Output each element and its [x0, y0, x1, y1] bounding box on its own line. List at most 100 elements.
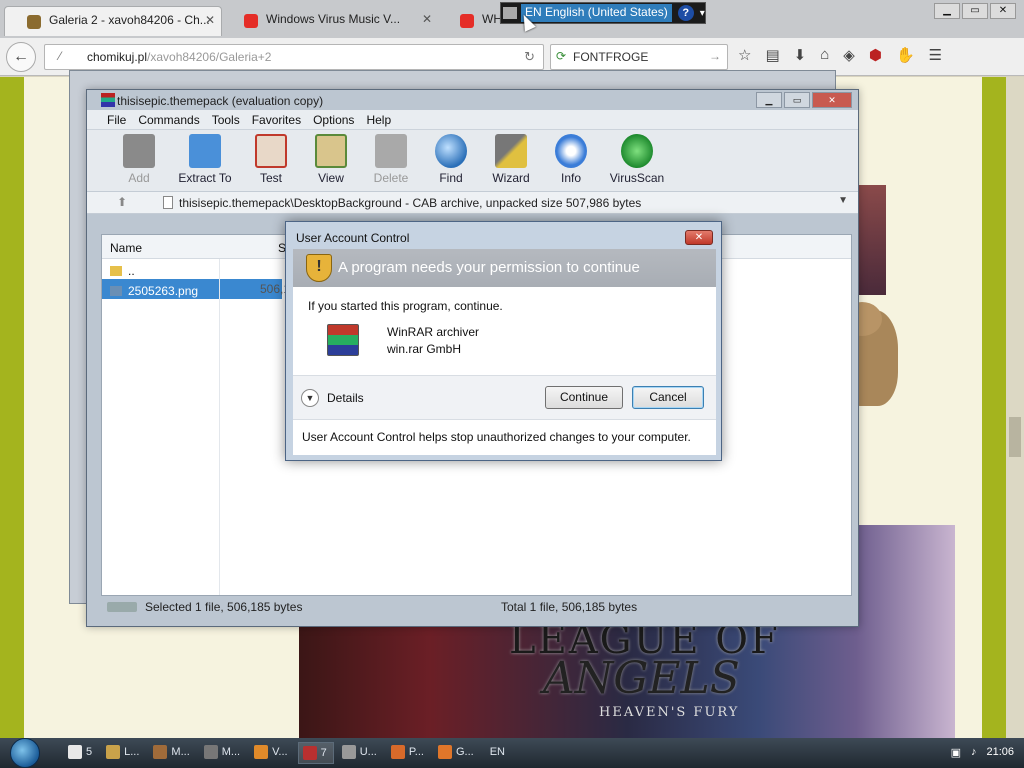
- winrar-titlebar[interactable]: thisisepic.themepack (evaluation copy) ▁…: [87, 90, 858, 110]
- scrollbar-thumb[interactable]: [1009, 417, 1021, 457]
- network-icon[interactable]: ▣: [951, 746, 961, 759]
- close-tab-icon[interactable]: ✕: [205, 13, 215, 27]
- taskbar-item-winrar[interactable]: 7: [297, 742, 334, 764]
- tab-label: Galeria 2 - xavoh84206 - Ch...: [49, 13, 210, 27]
- clock[interactable]: 21:06: [986, 746, 1014, 759]
- close-icon[interactable]: ✕: [685, 230, 713, 245]
- taskbar-label: 7: [320, 747, 327, 759]
- tab-windows-virus-music[interactable]: Windows Virus Music V... ✕: [222, 6, 438, 36]
- taskbar-item[interactable]: M...: [200, 742, 246, 764]
- trash-icon: [375, 134, 407, 168]
- close-icon[interactable]: ✕: [990, 3, 1016, 19]
- test-button[interactable]: Test: [243, 134, 299, 191]
- extension-icon[interactable]: ✋: [896, 46, 915, 64]
- taskbar: 5 L... M... M... V... 7 U... P... G... E…: [0, 738, 1024, 768]
- url-bar[interactable]: ⁄ chomikuj.pl/xavoh84206/Galeria+2 ↻: [44, 44, 544, 70]
- add-archive-icon: [123, 134, 155, 168]
- info-icon: [555, 134, 587, 168]
- cancel-button[interactable]: Cancel: [632, 386, 704, 409]
- tab-when[interactable]: WHEN: [438, 6, 508, 36]
- view-label: View: [318, 171, 344, 185]
- delete-button[interactable]: Delete: [363, 134, 419, 191]
- taskbar-item[interactable]: M...: [149, 742, 195, 764]
- continue-button[interactable]: Continue: [545, 386, 623, 409]
- program-publisher: win.rar GmbH: [387, 342, 462, 356]
- firefox-icon: [437, 745, 452, 759]
- search-bar[interactable]: ⟳ FONTFROGE →: [550, 44, 728, 70]
- taskbar-item[interactable]: 5: [64, 742, 98, 764]
- taskbar-item[interactable]: L...: [102, 742, 145, 764]
- path-dropdown-icon[interactable]: ▼: [838, 195, 848, 206]
- menu-help[interactable]: Help: [366, 113, 391, 129]
- winrar-title: thisisepic.themepack (evaluation copy): [117, 94, 324, 108]
- youtube-favicon-icon: [460, 14, 474, 28]
- folder-extract-icon: [189, 134, 221, 168]
- chomikuj-favicon-icon: [27, 15, 41, 29]
- close-icon[interactable]: ✕: [812, 92, 852, 108]
- url-domain: chomikuj.pl: [87, 50, 148, 64]
- search-go-icon[interactable]: →: [709, 49, 721, 63]
- ublock-icon[interactable]: ⬢: [869, 46, 882, 64]
- extract-to-label: Extract To: [178, 171, 232, 185]
- start-button[interactable]: [10, 738, 40, 768]
- keyboard-icon[interactable]: [503, 7, 517, 19]
- side-thumbnail: [858, 185, 886, 295]
- add-button[interactable]: Add: [111, 134, 167, 191]
- taskbar-language[interactable]: EN: [484, 742, 511, 764]
- taskbar-item[interactable]: U...: [338, 742, 383, 764]
- download-icon[interactable]: ⬇: [794, 46, 807, 64]
- minimize-icon[interactable]: ▁: [934, 3, 960, 19]
- winrar-statusbar: Selected 1 file, 506,185 bytes Total 1 f…: [101, 598, 852, 616]
- extract-to-button[interactable]: Extract To: [171, 134, 239, 191]
- page-scrollbar[interactable]: [1006, 77, 1024, 738]
- taskbar-item[interactable]: V...: [250, 742, 294, 764]
- winrar-program-icon: [327, 324, 359, 356]
- archive-file-icon: [163, 196, 173, 209]
- uac-footer-text: User Account Control helps stop unauthor…: [302, 430, 691, 444]
- pocket-icon[interactable]: ◈: [843, 46, 855, 64]
- taskbar-item[interactable]: P...: [387, 742, 430, 764]
- options-icon[interactable]: ▾: [700, 8, 705, 19]
- add-label: Add: [128, 171, 150, 185]
- app-icon: [153, 745, 168, 759]
- virusscan-button[interactable]: VirusScan: [603, 134, 671, 191]
- taskbar-item[interactable]: G...: [434, 742, 480, 764]
- menu-options[interactable]: Options: [313, 113, 354, 129]
- home-icon[interactable]: ⌂: [820, 46, 829, 64]
- chevron-down-icon[interactable]: ▼: [301, 389, 319, 407]
- winrar-window-controls: ▁ ▭ ✕: [756, 92, 852, 108]
- reload-icon[interactable]: ↻: [524, 49, 535, 65]
- wizard-button[interactable]: Wizard: [483, 134, 539, 191]
- view-button[interactable]: View: [303, 134, 359, 191]
- maximize-icon[interactable]: ▭: [784, 92, 810, 108]
- close-tab-icon[interactable]: ✕: [422, 12, 432, 26]
- menu-tools[interactable]: Tools: [212, 113, 240, 129]
- volume-icon[interactable]: ♪: [971, 746, 977, 759]
- menu-favorites[interactable]: Favorites: [252, 113, 301, 129]
- details-toggle[interactable]: Details: [327, 391, 364, 405]
- up-folder-icon[interactable]: ⬆: [117, 195, 127, 209]
- info-button[interactable]: Info: [543, 134, 599, 191]
- help-icon[interactable]: ?: [677, 5, 694, 21]
- menu-icon[interactable]: ☰: [929, 46, 942, 64]
- reading-list-icon[interactable]: ▤: [765, 46, 779, 64]
- list-item-png[interactable]: 2505263.png: [102, 279, 282, 299]
- winrar-app-icon: [101, 93, 115, 107]
- minimize-icon[interactable]: ▁: [756, 92, 782, 108]
- tab-label: Windows Virus Music V...: [266, 12, 401, 26]
- folder-icon: [68, 745, 82, 759]
- menu-commands[interactable]: Commands: [138, 113, 199, 129]
- uac-dialog: User Account Control ✕ ! A program needs…: [285, 221, 722, 461]
- virusscan-icon: [621, 134, 653, 168]
- column-name[interactable]: Name: [110, 241, 278, 258]
- winrar-pathbar[interactable]: ⬆ thisisepic.themepack\DesktopBackground…: [87, 192, 858, 214]
- back-arrow-icon[interactable]: ←: [6, 42, 36, 72]
- language-selector[interactable]: EN English (United States): [521, 4, 672, 22]
- menu-file[interactable]: File: [107, 113, 126, 129]
- uac-titlebar[interactable]: User Account Control ✕: [286, 222, 721, 248]
- find-button[interactable]: Find: [423, 134, 479, 191]
- bookmark-star-icon[interactable]: ☆: [738, 46, 751, 64]
- tab-galeria[interactable]: Galeria 2 - xavoh84206 - Ch... ✕: [4, 6, 222, 36]
- uac-footer[interactable]: User Account Control helps stop unauthor…: [293, 419, 716, 455]
- maximize-icon[interactable]: ▭: [962, 3, 988, 19]
